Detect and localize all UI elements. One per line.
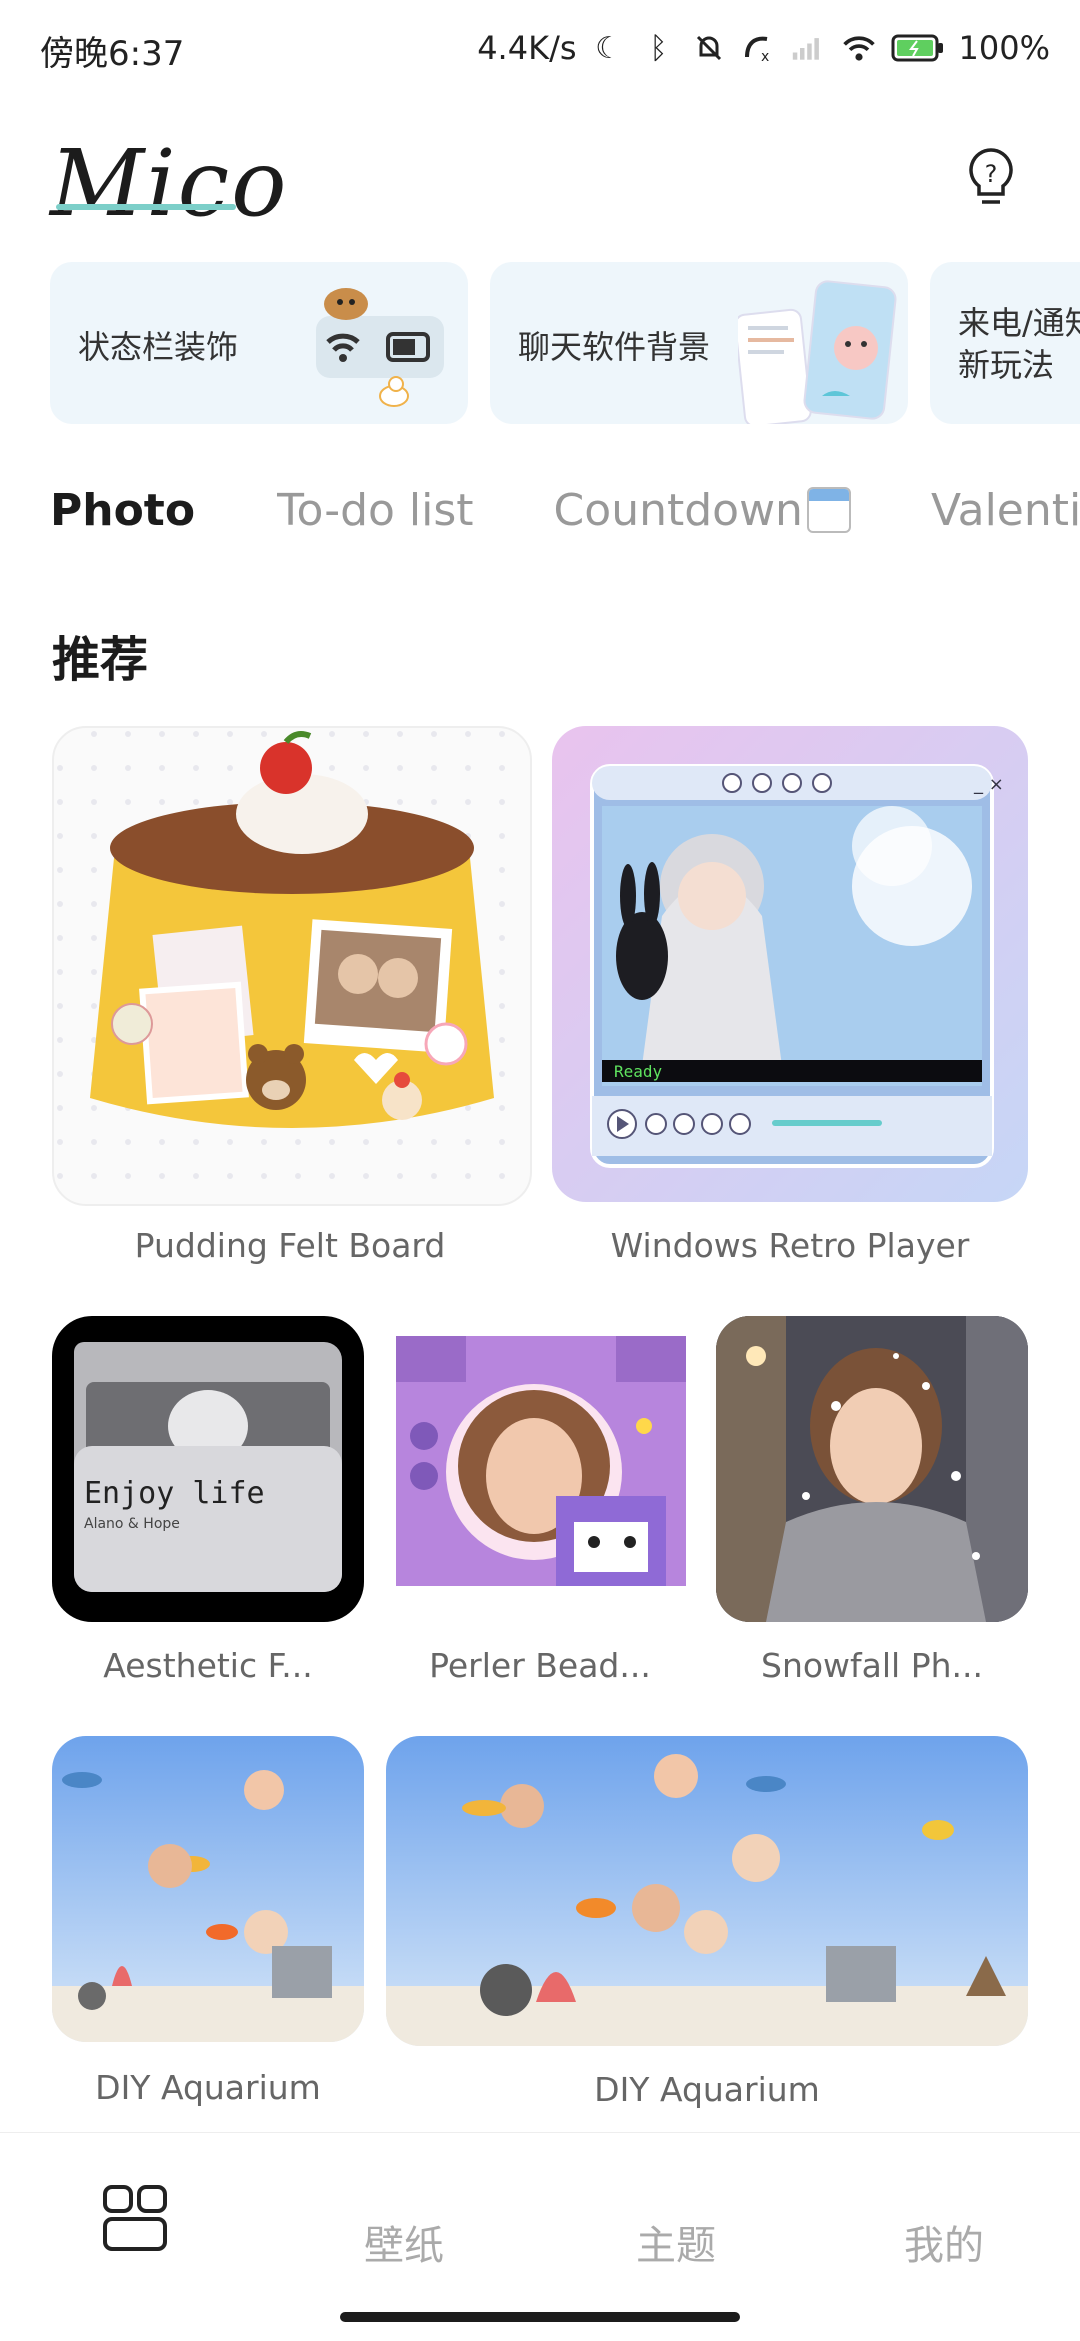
- tab-countdown-label: Countdown: [553, 484, 803, 536]
- card-aesthetic-folder[interactable]: Enjoy life Alano & Hope Aesthetic F...: [52, 1316, 364, 1685]
- mute-bell-icon: [691, 30, 727, 66]
- tab-todo[interactable]: To-do list: [277, 485, 473, 536]
- aquarium-thumbnail: [52, 1736, 364, 2042]
- tab-countdown[interactable]: Countdown: [554, 485, 851, 536]
- pudding-thumbnail: [52, 726, 532, 1206]
- card-snowfall[interactable]: Snowfall Ph...: [716, 1316, 1028, 1685]
- feature-card-statusbar[interactable]: 状态栏装饰: [50, 262, 468, 424]
- bottom-nav: 壁纸 主题 我的: [0, 2132, 1080, 2341]
- feature-card-label: 状态栏装饰: [78, 328, 239, 366]
- wifi-icon: [841, 30, 877, 66]
- calendar-icon: [806, 487, 851, 533]
- card-caption: DIY Aquarium: [594, 2070, 820, 2109]
- grid-icon[interactable]: [103, 2185, 167, 2251]
- status-icons: 4.4K/s ☾ ᛒ x 100%: [477, 20, 1050, 76]
- retro-player-thumbnail: _ × Ready: [552, 726, 1028, 1202]
- feature-card-chat-bg[interactable]: 聊天软件背景: [490, 262, 908, 424]
- card-caption: Windows Retro Player: [610, 1226, 970, 1265]
- tab-valentine[interactable]: Valentine: [931, 485, 1080, 536]
- card-caption: Snowfall Ph...: [761, 1646, 983, 1685]
- signal-icon: [791, 30, 827, 66]
- card-caption: Perler Bead...: [429, 1646, 651, 1685]
- status-bar: 傍晚6:37 4.4K/s ☾ ᛒ x 100%: [0, 0, 1080, 96]
- nav-mine[interactable]: 我的: [904, 2213, 984, 2271]
- battery-percent: 100%: [958, 29, 1050, 67]
- call-forward-icon: x: [741, 30, 777, 66]
- category-tabs: Photo To-do list Countdown Valentine: [32, 470, 1080, 550]
- tab-photo[interactable]: Photo: [50, 485, 195, 536]
- card-aquarium-wide[interactable]: DIY Aquarium: [386, 1736, 1028, 2109]
- feature-card-label: 聊天软件背景: [518, 328, 711, 366]
- nav-theme[interactable]: 主题: [636, 2213, 716, 2271]
- svg-text:?: ?: [985, 160, 998, 188]
- section-title: 推荐: [52, 632, 149, 688]
- chat-phone-icon: [738, 280, 897, 424]
- snowfall-thumbnail: [716, 1316, 1028, 1622]
- aesthetic-thumbnail: Enjoy life Alano & Hope: [52, 1316, 364, 1622]
- card-aquarium-small[interactable]: DIY Aquarium: [52, 1736, 364, 2107]
- app-logo: Mico: [50, 130, 289, 237]
- folder-subtitle: Alano & Hope: [84, 1516, 180, 1532]
- card-caption: Pudding Felt Board: [134, 1226, 446, 1265]
- moon-icon: ☾: [595, 30, 622, 66]
- card-pudding[interactable]: Pudding Felt Board: [52, 726, 532, 1265]
- card-perler-bead[interactable]: Perler Bead...: [384, 1316, 696, 1685]
- aquarium-wide-thumbnail: [386, 1736, 1028, 2046]
- perler-thumbnail: [384, 1316, 696, 1622]
- net-speed: 4.4K/s: [477, 29, 577, 67]
- card-caption: Aesthetic F...: [103, 1646, 313, 1685]
- card-retro-player[interactable]: _ × Ready Windows Retro Player: [552, 726, 1028, 1265]
- bluetooth-icon: ᛒ: [649, 30, 668, 66]
- card-caption: DIY Aquarium: [95, 2068, 321, 2107]
- feature-card-label: 来电/通知 新玩法: [958, 304, 1080, 384]
- battery-icon: [891, 30, 945, 66]
- svg-text:x: x: [761, 49, 769, 65]
- player-status-text: Ready: [614, 1062, 663, 1081]
- home-indicator[interactable]: [340, 2312, 740, 2322]
- logo-underline: [56, 204, 236, 210]
- status-time: 傍晚6:37: [40, 34, 185, 74]
- nav-wallpaper[interactable]: 壁纸: [364, 2213, 444, 2271]
- folder-title: Enjoy life: [84, 1476, 265, 1511]
- feature-cards: 状态栏装饰 聊天软件背景 来电/通知 新玩法: [50, 262, 1080, 424]
- statusbar-deco-icon: [316, 288, 444, 407]
- question-bulb-icon[interactable]: ?: [956, 142, 1026, 212]
- svg-text:_ ×: _ ×: [973, 774, 1004, 795]
- feature-card-call[interactable]: 来电/通知 新玩法: [930, 262, 1080, 424]
